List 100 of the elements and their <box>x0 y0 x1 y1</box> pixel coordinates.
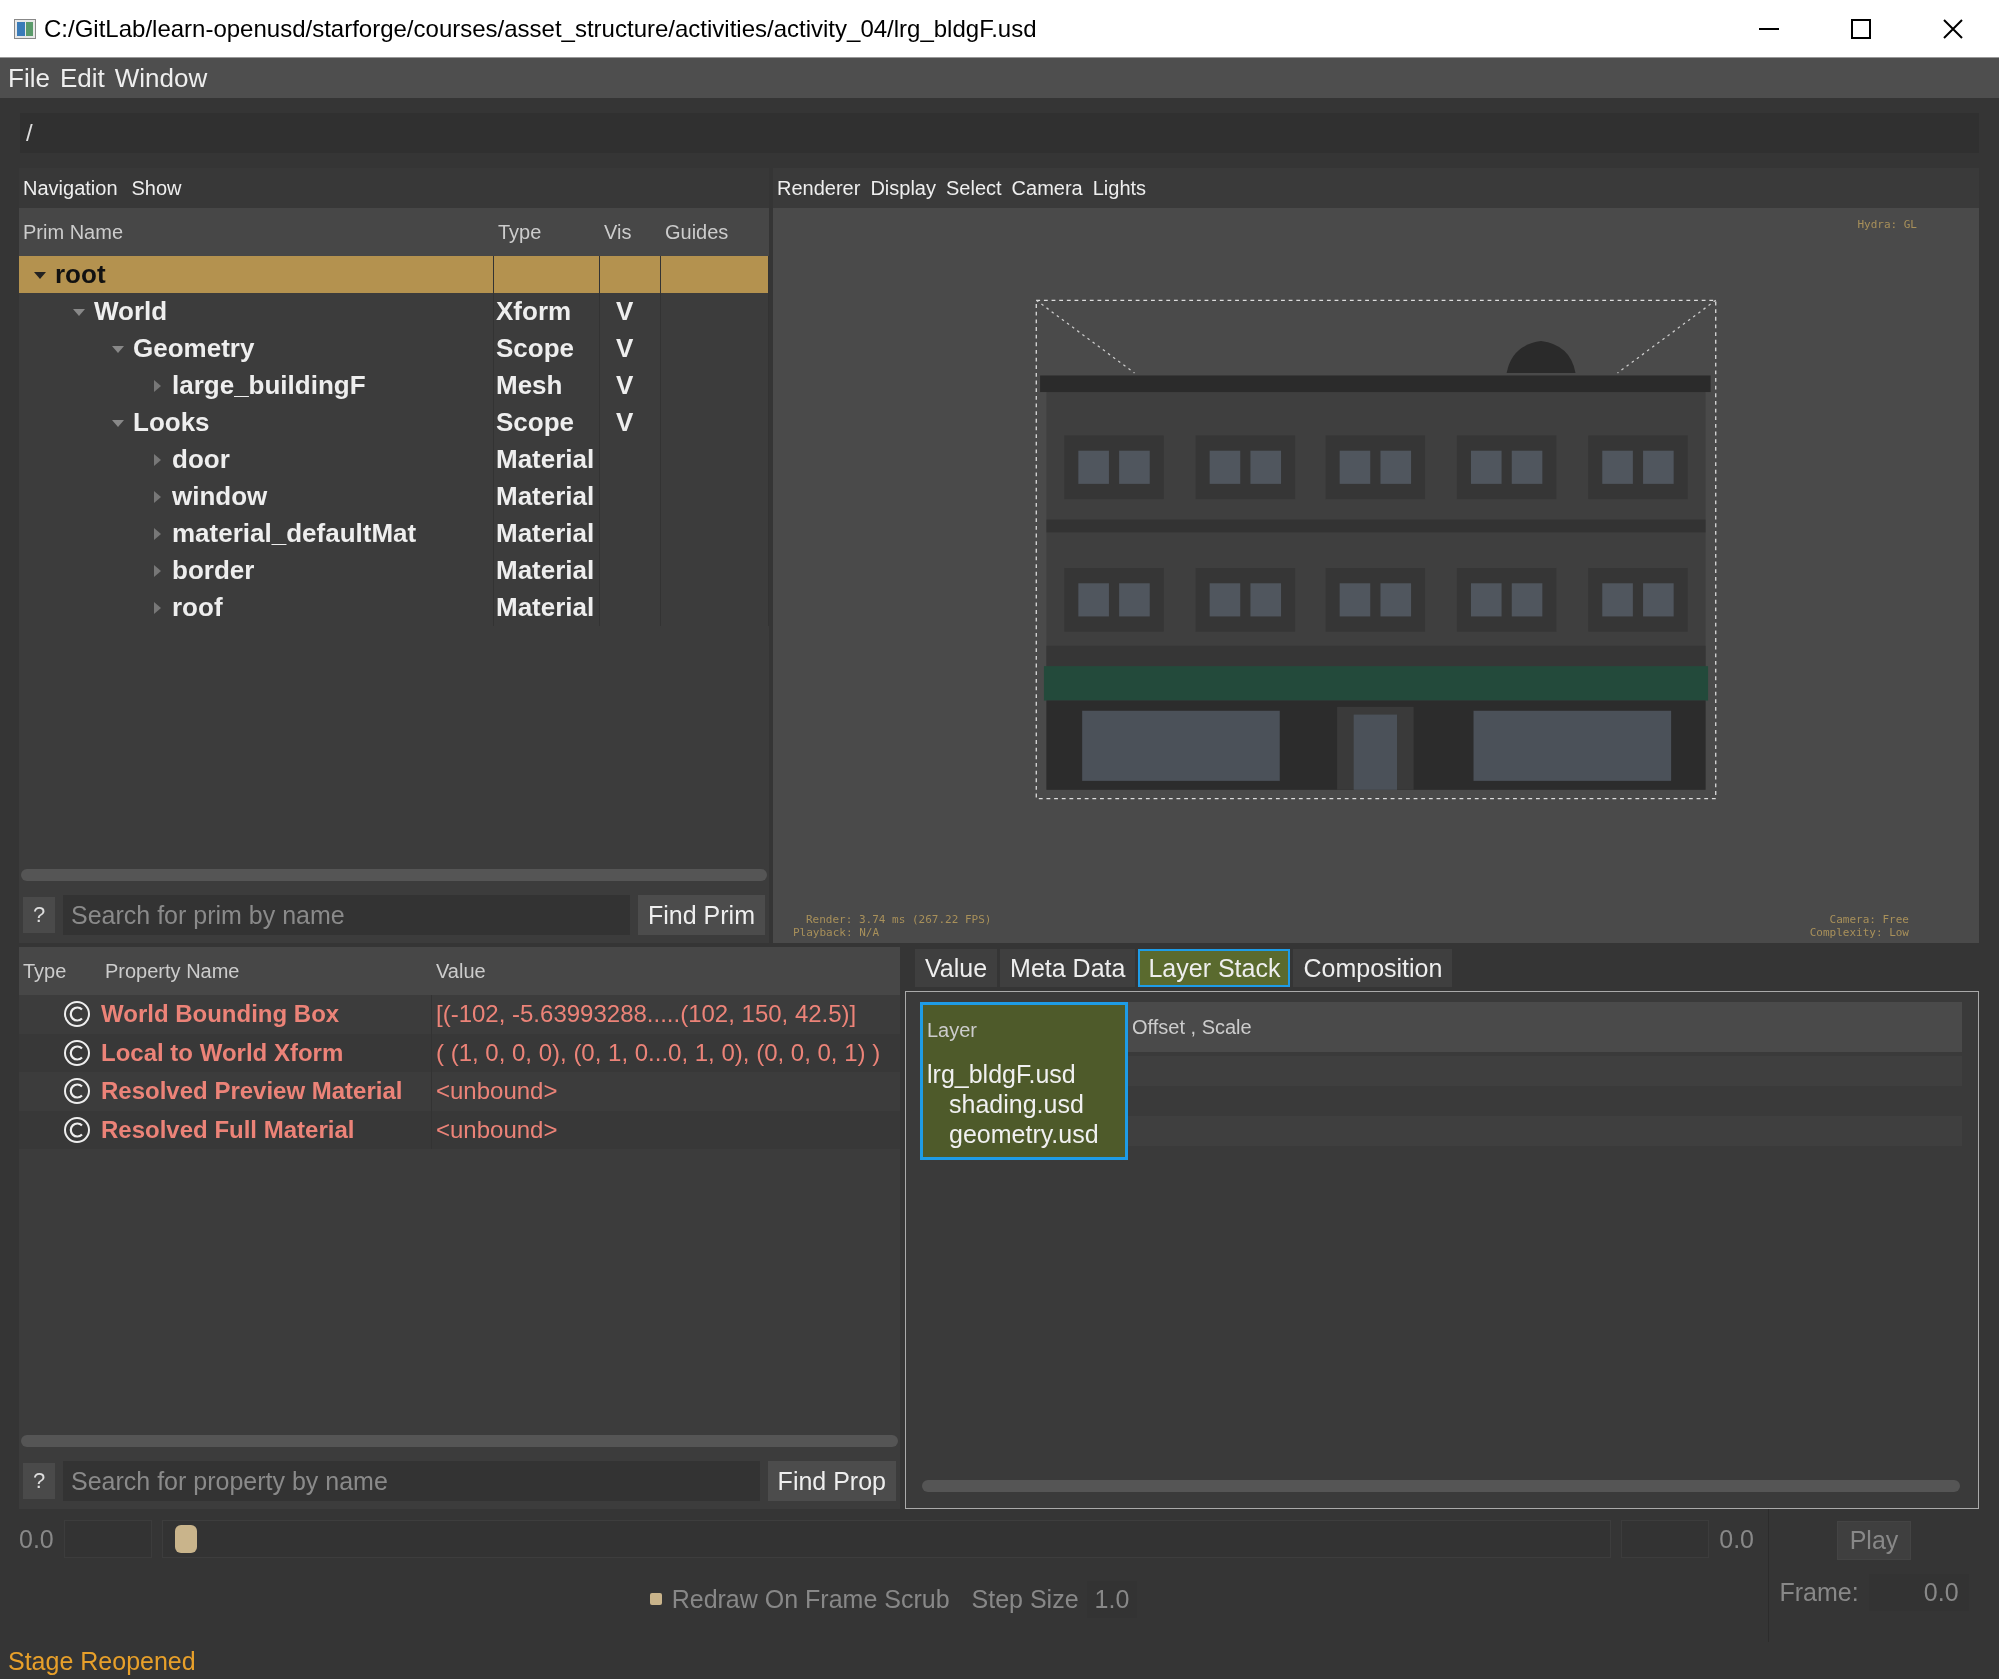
find-prop-button[interactable]: Find Prop <box>767 1461 896 1501</box>
prim-type: Material <box>496 592 595 623</box>
tree-row[interactable]: material_defaultMat Material <box>19 515 769 552</box>
property-name[interactable]: World Bounding Box <box>101 995 432 1034</box>
circled-c-icon <box>63 1077 91 1106</box>
help-button[interactable]: ? <box>23 1463 55 1499</box>
minimize-icon <box>1759 27 1779 30</box>
tree-row[interactable]: roof Material <box>19 589 769 626</box>
tree-row[interactable]: World Xform V <box>19 293 769 330</box>
column-header[interactable]: Type <box>494 220 600 244</box>
column-header[interactable]: Type <box>19 959 101 983</box>
close-icon <box>1943 18 1963 39</box>
checkbox[interactable] <box>649 1593 662 1605</box>
prim-name: border <box>172 555 255 586</box>
tab[interactable]: Layer Stack <box>1138 949 1291 987</box>
prim-type: Material <box>496 444 595 475</box>
property-name[interactable]: Resolved Preview Material <box>101 1072 432 1111</box>
time-slider[interactable] <box>161 1520 1612 1558</box>
layer-name[interactable]: lrg_bldgF.usd <box>927 1059 1121 1089</box>
visibility-text: V <box>616 296 634 327</box>
window-title: C:/GitLab/learn-openusd/starforge/courses/asset_structure/activities/activity_04/lrg_bldgF.usd <box>44 14 1038 43</box>
menu-item[interactable]: Renderer <box>777 176 861 200</box>
prim-type: Mesh <box>496 370 563 401</box>
tree-row[interactable]: door Material <box>19 441 769 478</box>
column-header[interactable]: Guides <box>661 220 769 244</box>
prim-name: Geometry <box>133 333 255 364</box>
column-header[interactable]: Layer <box>923 1005 1125 1055</box>
prim-name: door <box>172 444 230 475</box>
scrollbar[interactable] <box>21 869 767 881</box>
hud-text: Hydra: GL <box>1857 218 1917 231</box>
path-field[interactable]: / <box>20 113 1979 153</box>
menu-item[interactable]: Camera <box>1011 176 1083 200</box>
circled-c-icon <box>63 1038 91 1067</box>
column-header[interactable]: Vis <box>600 220 661 244</box>
prim-type: Material <box>496 481 595 512</box>
property-value: <unbound> <box>435 1115 559 1146</box>
maximize-icon <box>1851 18 1871 39</box>
scrollbar[interactable] <box>21 1435 898 1447</box>
checkbox-label: Redraw On Frame Scrub <box>671 1584 950 1614</box>
prim-name: World <box>94 296 168 327</box>
menu-item[interactable]: Edit <box>59 62 105 94</box>
visibility-text: V <box>616 370 634 401</box>
prim-name: roof <box>172 592 223 623</box>
visibility-text: V <box>616 333 634 364</box>
prim-type: Xform <box>496 296 572 327</box>
start-time: 0.0 <box>19 1524 54 1554</box>
slider-thumb[interactable] <box>174 1525 197 1553</box>
tree-row[interactable]: Geometry Scope V <box>19 330 769 367</box>
hud-text: Camera: Free <box>1829 913 1909 926</box>
menu-item[interactable]: Display <box>870 176 936 200</box>
tree-row[interactable]: Looks Scope V <box>19 404 769 441</box>
tree-row[interactable]: border Material <box>19 552 769 589</box>
menu-item[interactable]: Select <box>945 176 1002 200</box>
visibility-text: V <box>616 407 634 438</box>
tree-row[interactable]: large_buildingF Mesh V <box>19 367 769 404</box>
prim-name: root <box>55 259 106 290</box>
tree-row[interactable]: window Material <box>19 478 769 515</box>
layer-name[interactable]: geometry.usd <box>927 1119 1121 1149</box>
tree-row[interactable]: root <box>19 256 769 293</box>
prim-type: Material <box>496 518 595 549</box>
column-header[interactable]: Property Name <box>101 959 432 983</box>
prim-name: window <box>172 481 268 512</box>
app-icon <box>14 18 36 39</box>
property-value: ( (1, 0, 0, 0), (0, 1, 0...0, 1, 0), (0, 0, 0, 1) ) <box>435 1037 882 1068</box>
prim-type: Scope <box>496 407 575 438</box>
prim-type: Material <box>496 555 595 586</box>
property-name[interactable]: Resolved Full Material <box>101 1110 432 1150</box>
step-size-label: Step Size <box>971 1584 1079 1614</box>
prim-type: Scope <box>496 333 575 364</box>
property-value: [(-102, -5.63993288.....(102, 150, 42.5)] <box>435 999 858 1030</box>
find-prim-button[interactable]: Find Prim <box>638 895 765 935</box>
circled-c-icon <box>63 1116 91 1145</box>
search-field[interactable]: Search for property by name <box>63 1461 760 1501</box>
menu-item[interactable]: Lights <box>1092 176 1147 200</box>
column-header[interactable]: Value <box>432 959 900 983</box>
layer-column[interactable]: Layer lrg_bldgF.usd shading.usd geometry.usd <box>920 1002 1128 1160</box>
property-name[interactable]: Local to World Xform <box>101 1033 432 1073</box>
hud-text: Complexity: Low <box>1809 926 1909 939</box>
frame-label: Frame: <box>1779 1578 1859 1607</box>
prim-name: material_defaultMat <box>172 518 417 549</box>
menu-item[interactable]: Show <box>131 176 182 200</box>
hud-text: Playback: N/A <box>793 926 881 939</box>
scrollbar[interactable] <box>922 1480 1960 1492</box>
prim-name: large_buildingF <box>172 370 366 401</box>
prim-name: Looks <box>133 407 210 438</box>
column-header[interactable]: Prim Name <box>19 220 494 244</box>
help-button[interactable]: ? <box>23 897 55 933</box>
status-message: Stage Reopened <box>8 1646 196 1676</box>
property-value: <unbound> <box>435 1076 559 1107</box>
tab[interactable]: Composition <box>1293 949 1453 987</box>
menu-item[interactable]: File <box>8 62 50 94</box>
layer-name[interactable]: shading.usd <box>927 1089 1121 1119</box>
circled-c-icon <box>63 1000 91 1029</box>
end-time: 0.0 <box>1719 1524 1754 1554</box>
menu-item[interactable]: Navigation <box>23 176 118 200</box>
menu-item[interactable]: Window <box>114 62 208 94</box>
column-header[interactable]: Offset , Scale <box>1128 1002 1962 1052</box>
search-field[interactable]: Search for prim by name <box>63 895 631 935</box>
tab[interactable]: Meta Data <box>1000 949 1136 987</box>
tab[interactable]: Value <box>915 949 998 987</box>
